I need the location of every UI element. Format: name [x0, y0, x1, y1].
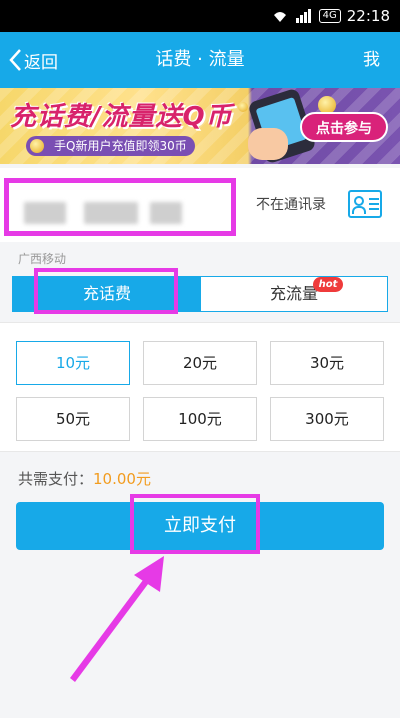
back-button[interactable]: 返回 — [8, 32, 58, 88]
amount-option-10[interactable]: 10元 — [16, 341, 130, 385]
banner-subline: 手Q新用户充值即领30币 — [26, 136, 195, 156]
page-title: 话费 · 流量 — [155, 49, 245, 70]
phone-number-row: 不在通讯录 — [0, 168, 400, 242]
total-payment: 共需支付：10.00元 — [18, 468, 151, 489]
promo-banner[interactable]: 充话费/流量送Q币 手Q新用户充值即领30币 点击参与 — [0, 88, 400, 164]
status-bar: 4G 22:18 — [0, 0, 400, 32]
signal-icon — [295, 9, 311, 23]
coin-icon — [30, 139, 44, 153]
not-in-contacts-label: 不在通讯录 — [256, 197, 326, 213]
highlight-annotation-pay — [130, 494, 260, 554]
contact-line — [369, 208, 379, 210]
hand-illustration — [248, 128, 288, 160]
highlight-annotation-tab — [34, 268, 178, 314]
network-badge: 4G — [318, 9, 341, 23]
amount-option-100[interactable]: 100元 — [143, 397, 257, 441]
coin-icon — [238, 102, 248, 112]
amount-grid: 10元 20元 30元 50元 100元 300元 — [0, 322, 400, 452]
chevron-left-icon — [9, 49, 21, 71]
banner-headline: 充话费/流量送Q币 — [10, 102, 233, 132]
amount-option-300[interactable]: 300元 — [270, 397, 384, 441]
amount-option-50[interactable]: 50元 — [16, 397, 130, 441]
contact-body — [352, 206, 366, 214]
contact-line — [369, 198, 379, 200]
status-right: 4G 22:18 — [271, 0, 390, 32]
nav-bar: 话费 · 流量 返回 我 — [0, 32, 400, 88]
carrier-label: 广西移动 — [18, 252, 67, 266]
back-label: 返回 — [24, 52, 58, 73]
hot-badge: hot — [313, 277, 343, 292]
amount-option-30[interactable]: 30元 — [270, 341, 384, 385]
contacts-icon[interactable] — [348, 190, 382, 218]
me-button[interactable]: 我 — [363, 32, 380, 88]
clock: 22:18 — [346, 7, 390, 25]
total-label: 共需支付： — [18, 470, 94, 488]
wifi-icon — [273, 12, 286, 22]
tab-data-flow[interactable]: 充流量 — [201, 277, 387, 311]
total-price: 10.00元 — [93, 470, 151, 488]
banner-cta-button[interactable]: 点击参与 — [300, 112, 388, 142]
contact-line — [369, 203, 379, 205]
amount-option-20[interactable]: 20元 — [143, 341, 257, 385]
contact-head — [354, 196, 364, 206]
highlight-annotation-phone — [4, 178, 236, 236]
